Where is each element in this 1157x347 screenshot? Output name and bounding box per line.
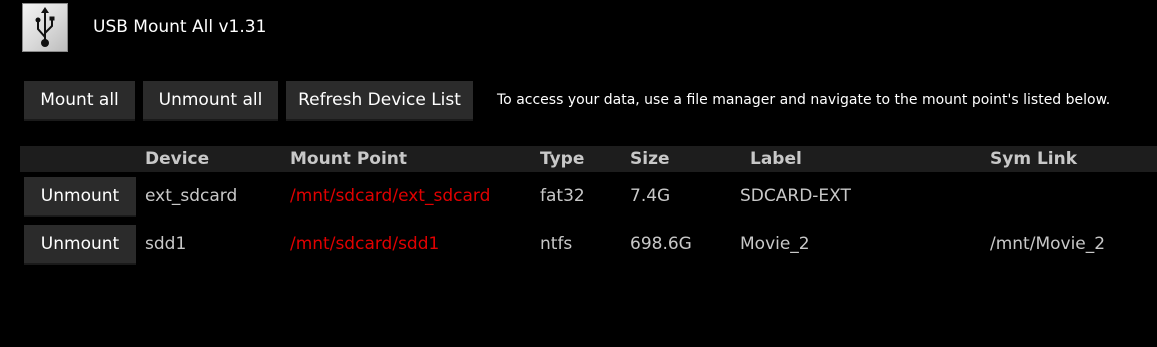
label-cell: Movie_2	[740, 234, 810, 254]
unmount-all-button[interactable]: Unmount all	[143, 81, 278, 121]
type-cell: fat32	[540, 186, 585, 206]
device-cell: ext_sdcard	[145, 186, 238, 206]
usb-icon	[22, 3, 68, 52]
column-header-size: Size	[630, 149, 670, 169]
column-header-type: Type	[540, 149, 585, 169]
title-bar: USB Mount All v1.31	[0, 0, 1157, 56]
size-cell: 698.6G	[630, 234, 692, 254]
type-cell: ntfs	[540, 234, 573, 254]
device-cell: sdd1	[145, 234, 187, 254]
sym-link-cell: /mnt/Movie_2	[990, 234, 1106, 254]
column-header-device: Device	[145, 149, 210, 169]
label-cell: SDCARD-EXT	[740, 186, 851, 206]
refresh-device-list-button[interactable]: Refresh Device List	[286, 81, 473, 121]
column-header-label: Label	[750, 149, 802, 169]
unmount-button[interactable]: Unmount	[24, 177, 136, 217]
table-header: Device Mount Point Type Size Label Sym L…	[20, 146, 1157, 172]
mount-all-button[interactable]: Mount all	[24, 81, 135, 121]
column-header-sym-link: Sym Link	[990, 149, 1078, 169]
mount-point-cell: /mnt/sdcard/ext_sdcard	[290, 186, 491, 206]
app-title: USB Mount All v1.31	[93, 17, 267, 37]
column-header-mount-point: Mount Point	[290, 149, 408, 169]
instruction-text: To access your data, use a file manager …	[497, 92, 1111, 108]
unmount-button[interactable]: Unmount	[24, 225, 136, 265]
size-cell: 7.4G	[630, 186, 671, 206]
mount-point-cell: /mnt/sdcard/sdd1	[290, 234, 440, 254]
